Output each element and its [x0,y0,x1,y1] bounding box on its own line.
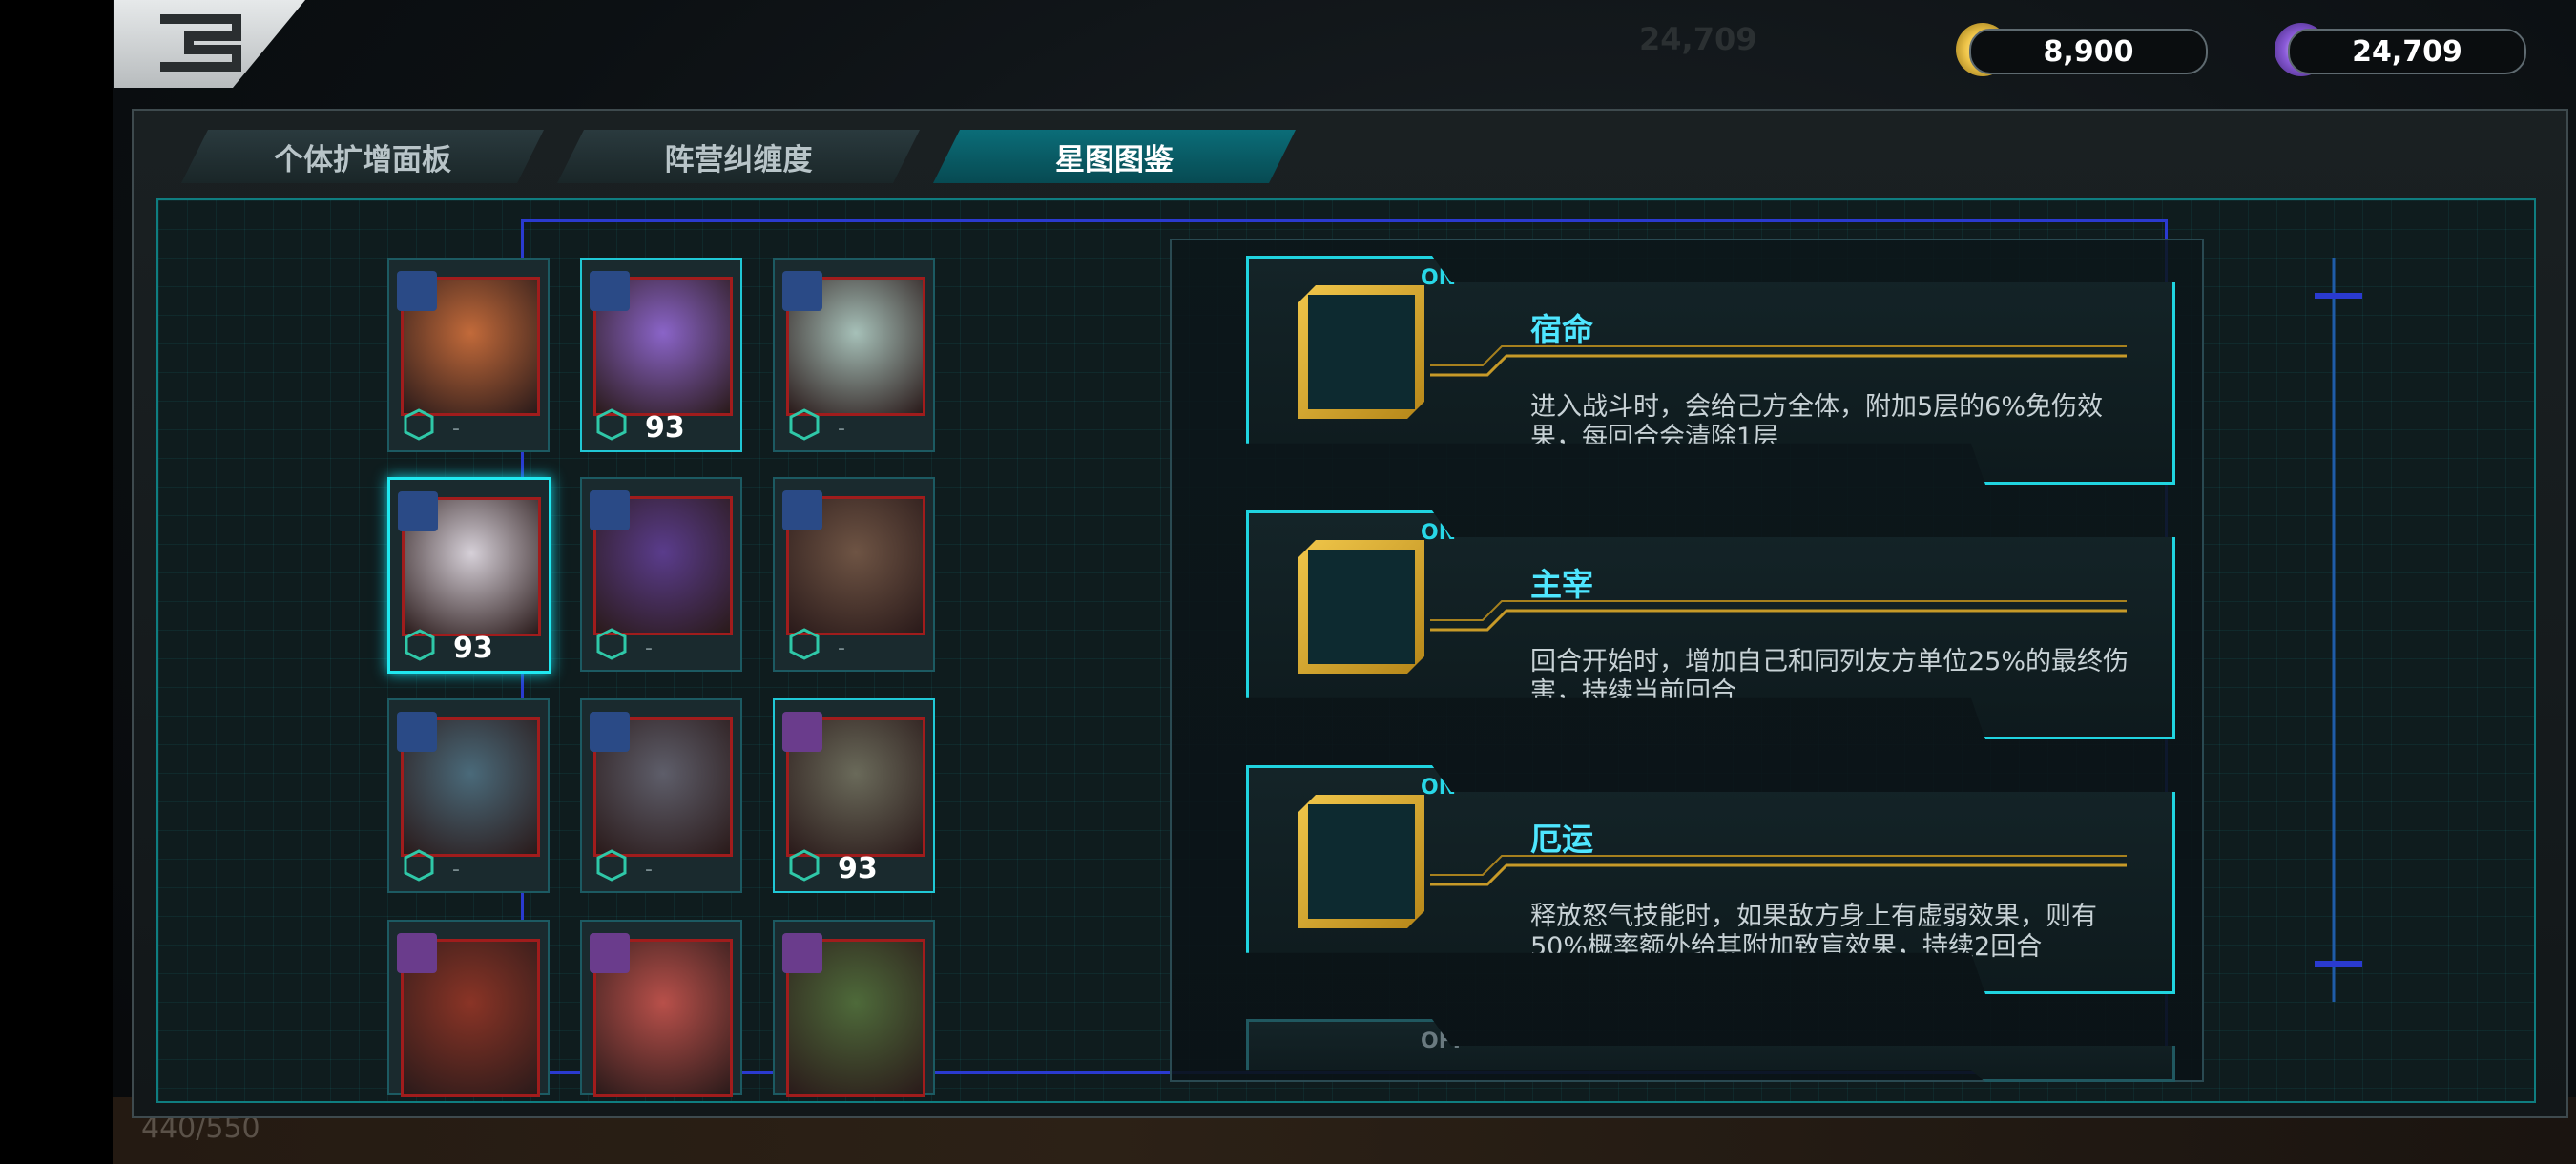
ghost-currency-value: 24,709 [1639,21,1757,57]
hero-card[interactable]: - [580,698,742,893]
hero-card[interactable] [773,920,935,1097]
skill-name: 厄运 [1530,821,1593,858]
hero-level: - [645,636,653,660]
hex-level-icon [789,628,820,660]
hero-level: - [452,417,460,441]
tab-label: 阵营纠缠度 [664,142,813,177]
skull-faction-icon [782,712,822,752]
game-screen: 440/550 24,709 8,900 24,709 个体扩增面板 阵营纠缠度… [113,0,2576,1164]
tab-star-atlas[interactable]: 星图图鉴 [933,130,1296,183]
skill-icon-frame [1298,795,1424,928]
hero-level: - [838,417,845,441]
hero-level: 93 [453,632,493,665]
tab-label: 个体扩增面板 [274,142,451,177]
hero-level: - [452,858,460,882]
hero-card[interactable]: - [387,698,550,893]
crystal-currency[interactable]: 24,709 [2288,29,2526,74]
tab-faction-entanglement[interactable]: 阵营纠缠度 [557,130,920,183]
hero-level: 93 [645,411,685,445]
faction-icon [398,491,438,531]
hero-level: 93 [838,852,878,885]
gold-value: 8,900 [2043,34,2134,69]
faction-icon [397,271,437,311]
faction-icon [397,712,437,752]
side-scale-decoration [2315,258,2362,1002]
star-emblem-icon [1308,295,1415,409]
content-area: - 93 - 93 - - - - 93 ON 宿命 进入战斗时，会给己方全体，… [156,198,2536,1103]
skull-faction-icon [397,933,437,973]
hex-level-icon [596,628,627,660]
hex-level-icon [405,629,435,661]
hero-card[interactable] [580,920,742,1097]
hero-card[interactable]: 93 [580,258,742,452]
tab-individual-panel[interactable]: 个体扩增面板 [181,130,544,183]
hero-level: - [645,858,653,882]
skill-name: 主宰 [1530,566,1593,603]
skill-icon-frame [1298,540,1424,674]
hero-card[interactable]: - [387,258,550,452]
skull-faction-icon [590,933,630,973]
tab-label: 星图图鉴 [1055,142,1174,177]
crystal-value: 24,709 [2352,34,2462,69]
hex-level-icon [789,849,820,882]
star-emblem-icon [1308,550,1415,664]
faction-icon [590,271,630,311]
hero-card[interactable]: - [773,477,935,672]
skill-name: 宿命 [1530,311,1593,348]
faction-icon [782,490,822,530]
skill-list: ON 宿命 进入战斗时，会给己方全体，附加5层的6%免伤效果，每回合会清除1层 … [1170,239,2229,1082]
hex-level-icon [789,408,820,441]
hero-card[interactable] [387,920,550,1097]
faction-icon [590,490,630,530]
hero-level: - [838,636,845,660]
back-button[interactable] [114,0,305,88]
skull-faction-icon [782,933,822,973]
hero-card[interactable]: - [580,477,742,672]
hex-level-icon [596,849,627,882]
hero-card-selected[interactable]: 93 [387,477,551,674]
hex-level-icon [404,408,434,441]
faction-icon [590,712,630,752]
skill-icon-frame [1298,285,1424,419]
star-emblem-icon [1308,804,1415,919]
gold-currency[interactable]: 8,900 [1969,29,2208,74]
back-arrow-icon [160,14,241,72]
hex-level-icon [404,849,434,882]
hero-card[interactable]: 93 [773,698,935,893]
hero-card[interactable]: - [773,258,935,452]
faction-icon [782,271,822,311]
hex-level-icon [596,408,627,441]
